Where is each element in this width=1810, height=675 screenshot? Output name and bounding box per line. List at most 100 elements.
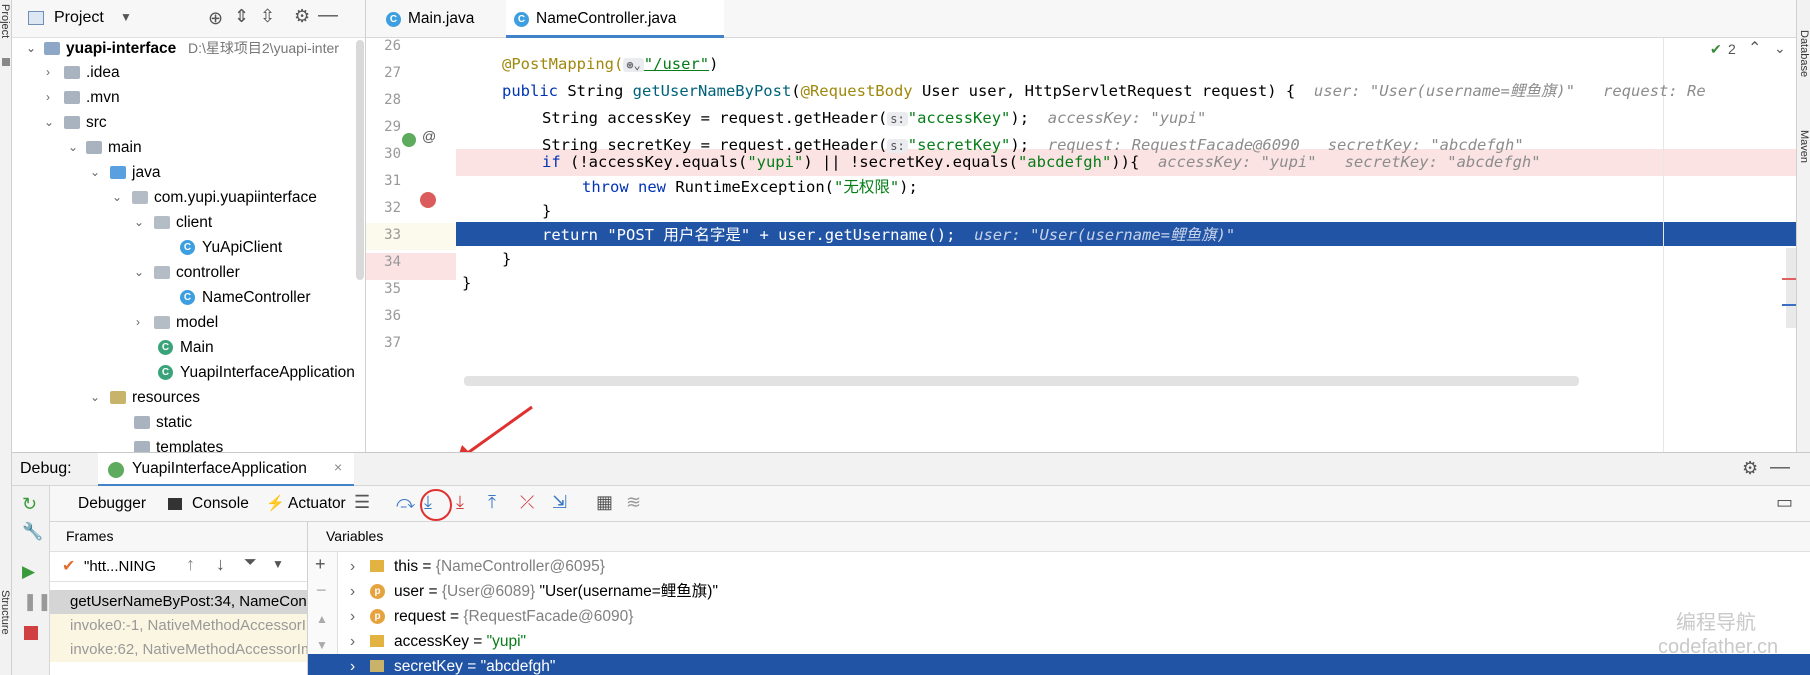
caret-stripe-marker[interactable] <box>1782 304 1796 306</box>
menu-icon[interactable]: ☰ <box>354 492 378 516</box>
frames-panel: Frames ✔ "htt...NING ↑ ↓ ⏷ ▼ getUserName… <box>50 522 308 675</box>
code-line-29: String accessKey = request.getHeader(s: "… <box>542 109 1207 127</box>
frame-row[interactable]: invoke:62, NativeMethodAccessorImpl <box>50 638 307 662</box>
minimize-icon[interactable]: — <box>1770 456 1790 479</box>
console-icon <box>168 498 182 510</box>
gear-icon[interactable]: ⚙ <box>1742 458 1758 479</box>
filter-icon[interactable]: ⏷ <box>244 554 257 572</box>
variable-row-secretkey[interactable]: › secretKey = "abcdefgh" <box>308 654 1810 675</box>
variable-extra: "User(username=鲤鱼旗)" <box>539 583 718 600</box>
class-icon: C <box>514 12 529 27</box>
horizontal-scrollbar[interactable] <box>464 376 1579 386</box>
highlight-circle <box>420 489 452 521</box>
chevron-down-icon[interactable]: ⌄ <box>134 260 144 285</box>
stop-icon[interactable] <box>24 626 38 640</box>
vertical-scrollbar[interactable] <box>1786 248 1796 328</box>
project-tool-tab[interactable]: Project <box>0 4 11 38</box>
step-over-icon[interactable]: ⤼ <box>396 492 420 516</box>
chevron-down-icon[interactable]: ⌄ <box>112 185 122 210</box>
evaluate-expression-icon[interactable]: ▦ <box>596 492 620 516</box>
chevron-down-icon[interactable]: ⌄ <box>68 135 78 160</box>
chevron-down-icon[interactable]: ⌄ <box>44 110 54 135</box>
mapping-at-icon[interactable]: @ <box>422 128 436 144</box>
arrow-down-icon[interactable]: ↓ <box>216 554 225 575</box>
tab-debugger[interactable]: Debugger <box>66 486 158 522</box>
variable-name: this <box>394 558 419 575</box>
folder-icon <box>64 116 80 129</box>
arrow-up-icon[interactable]: ↑ <box>186 554 195 575</box>
side-strip-top <box>1708 0 1810 38</box>
chevron-right-icon[interactable]: › <box>350 629 355 654</box>
chevron-down-icon[interactable]: ⌄ <box>90 385 100 410</box>
runnable-class-icon: C <box>158 340 173 355</box>
scrollbar[interactable] <box>356 40 364 280</box>
tree-label: YuapiInterfaceApplication <box>180 364 355 381</box>
tab-namecontroller-java[interactable]: C NameController.java <box>506 0 724 38</box>
layout-icon[interactable]: ▭ <box>1776 492 1800 516</box>
pause-icon[interactable]: ❚❚ <box>23 592 52 612</box>
variable-row-this[interactable]: › this = {NameController@6095} <box>308 554 1810 579</box>
error-stripe-marker[interactable] <box>1782 278 1796 280</box>
collapse-all-icon[interactable]: ⇳ <box>260 6 275 27</box>
code-line-35: } <box>502 250 512 268</box>
chevron-right-icon[interactable]: › <box>350 604 355 629</box>
drop-frame-icon[interactable]: ⤫ <box>520 492 544 516</box>
frame-row-selected[interactable]: getUserNameByPost:34, NameController <box>50 590 307 614</box>
chevron-down-icon[interactable]: ⌄ <box>26 36 36 55</box>
resume-icon[interactable]: ▶ <box>22 562 35 582</box>
chevron-down-icon[interactable]: ⌄ <box>134 210 144 235</box>
spring-bean-icon[interactable] <box>402 133 416 147</box>
resources-folder-icon <box>110 391 126 404</box>
local-variable-icon <box>370 660 384 672</box>
minimize-icon[interactable]: — <box>318 4 338 27</box>
variables-panel: Variables + − ▲ ▼ › this = {NameControll… <box>308 522 1810 675</box>
rerun-icon[interactable]: ↻ <box>22 494 37 515</box>
code-editor[interactable]: @PostMapping(⊛⌄ "/user") public String ge… <box>456 38 1810 452</box>
project-title[interactable]: Project <box>54 9 104 27</box>
chevron-right-icon[interactable]: › <box>46 60 50 85</box>
wrench-icon[interactable]: 🔧 <box>22 522 43 542</box>
variable-name: request <box>394 608 446 625</box>
close-icon[interactable]: × <box>334 459 342 475</box>
database-tool-tab[interactable]: Database <box>1798 30 1810 77</box>
inspection-check-icon[interactable]: ✔ <box>1710 41 1722 58</box>
chevron-down-icon[interactable]: ▼ <box>120 10 132 24</box>
variable-row-user[interactable]: › p user = {User@6089} "User(username=鲤鱼… <box>308 579 1810 604</box>
code-line-31: if (!accessKey.equals("yupi") || !secret… <box>542 153 1541 171</box>
chevron-right-icon[interactable]: › <box>350 554 355 579</box>
expand-all-icon[interactable]: ⇕ <box>234 6 249 27</box>
tree-label: controller <box>176 264 240 281</box>
tree-label: NameController <box>202 289 311 306</box>
maven-tool-tab[interactable]: Maven <box>1798 130 1810 163</box>
debug-session-tab[interactable]: YuapiInterfaceApplication × <box>98 453 354 487</box>
variable-name: secretKey <box>394 658 463 675</box>
chevron-down-icon[interactable]: ⌄ <box>1774 40 1786 57</box>
chevron-down-icon[interactable]: ⌄ <box>90 160 100 185</box>
structure-tool-tab[interactable]: Structure <box>0 590 11 635</box>
breakpoint-icon[interactable] <box>420 192 436 208</box>
thread-selector[interactable]: ✔ "htt...NING ↑ ↓ ⏷ ▼ <box>50 552 307 582</box>
chevron-right-icon[interactable]: › <box>136 310 140 335</box>
tree-label: YuApiClient <box>202 239 283 256</box>
chevron-up-icon[interactable]: ⌃ <box>1748 38 1761 58</box>
variable-row-accesskey[interactable]: › accessKey = "yupi" <box>308 629 1810 654</box>
force-step-into-icon[interactable]: ⤓ <box>456 492 480 516</box>
locate-icon[interactable]: ⊕ <box>208 8 223 29</box>
variable-row-request[interactable]: › p request = {RequestFacade@6090} <box>308 604 1810 629</box>
chevron-down-icon[interactable]: ▼ <box>272 557 284 571</box>
chevron-right-icon[interactable]: › <box>46 85 50 110</box>
trace-icon[interactable]: ≋ <box>626 492 650 516</box>
gear-icon[interactable]: ⚙ <box>294 6 310 27</box>
tree-item-yuapi-interface[interactable]: ⌄ yuapi-interface D:\星球项目2\yuapi-inter <box>12 36 365 61</box>
frame-row[interactable]: invoke0:-1, NativeMethodAccessorImpl <box>50 614 307 638</box>
tree-label: src <box>86 114 107 131</box>
left-tool-strip: Project Structure <box>0 0 12 675</box>
chevron-right-icon[interactable]: › <box>350 654 355 675</box>
step-out-icon[interactable]: ⤒ <box>488 492 512 516</box>
variables-header: Variables <box>326 528 384 544</box>
tab-console[interactable]: Console <box>162 486 254 522</box>
run-to-cursor-icon[interactable]: ⇲ <box>552 492 576 516</box>
tab-actuator[interactable]: ⚡ Actuator <box>260 486 360 522</box>
tab-main-java[interactable]: C Main.java <box>378 0 504 38</box>
chevron-right-icon[interactable]: › <box>350 579 355 604</box>
